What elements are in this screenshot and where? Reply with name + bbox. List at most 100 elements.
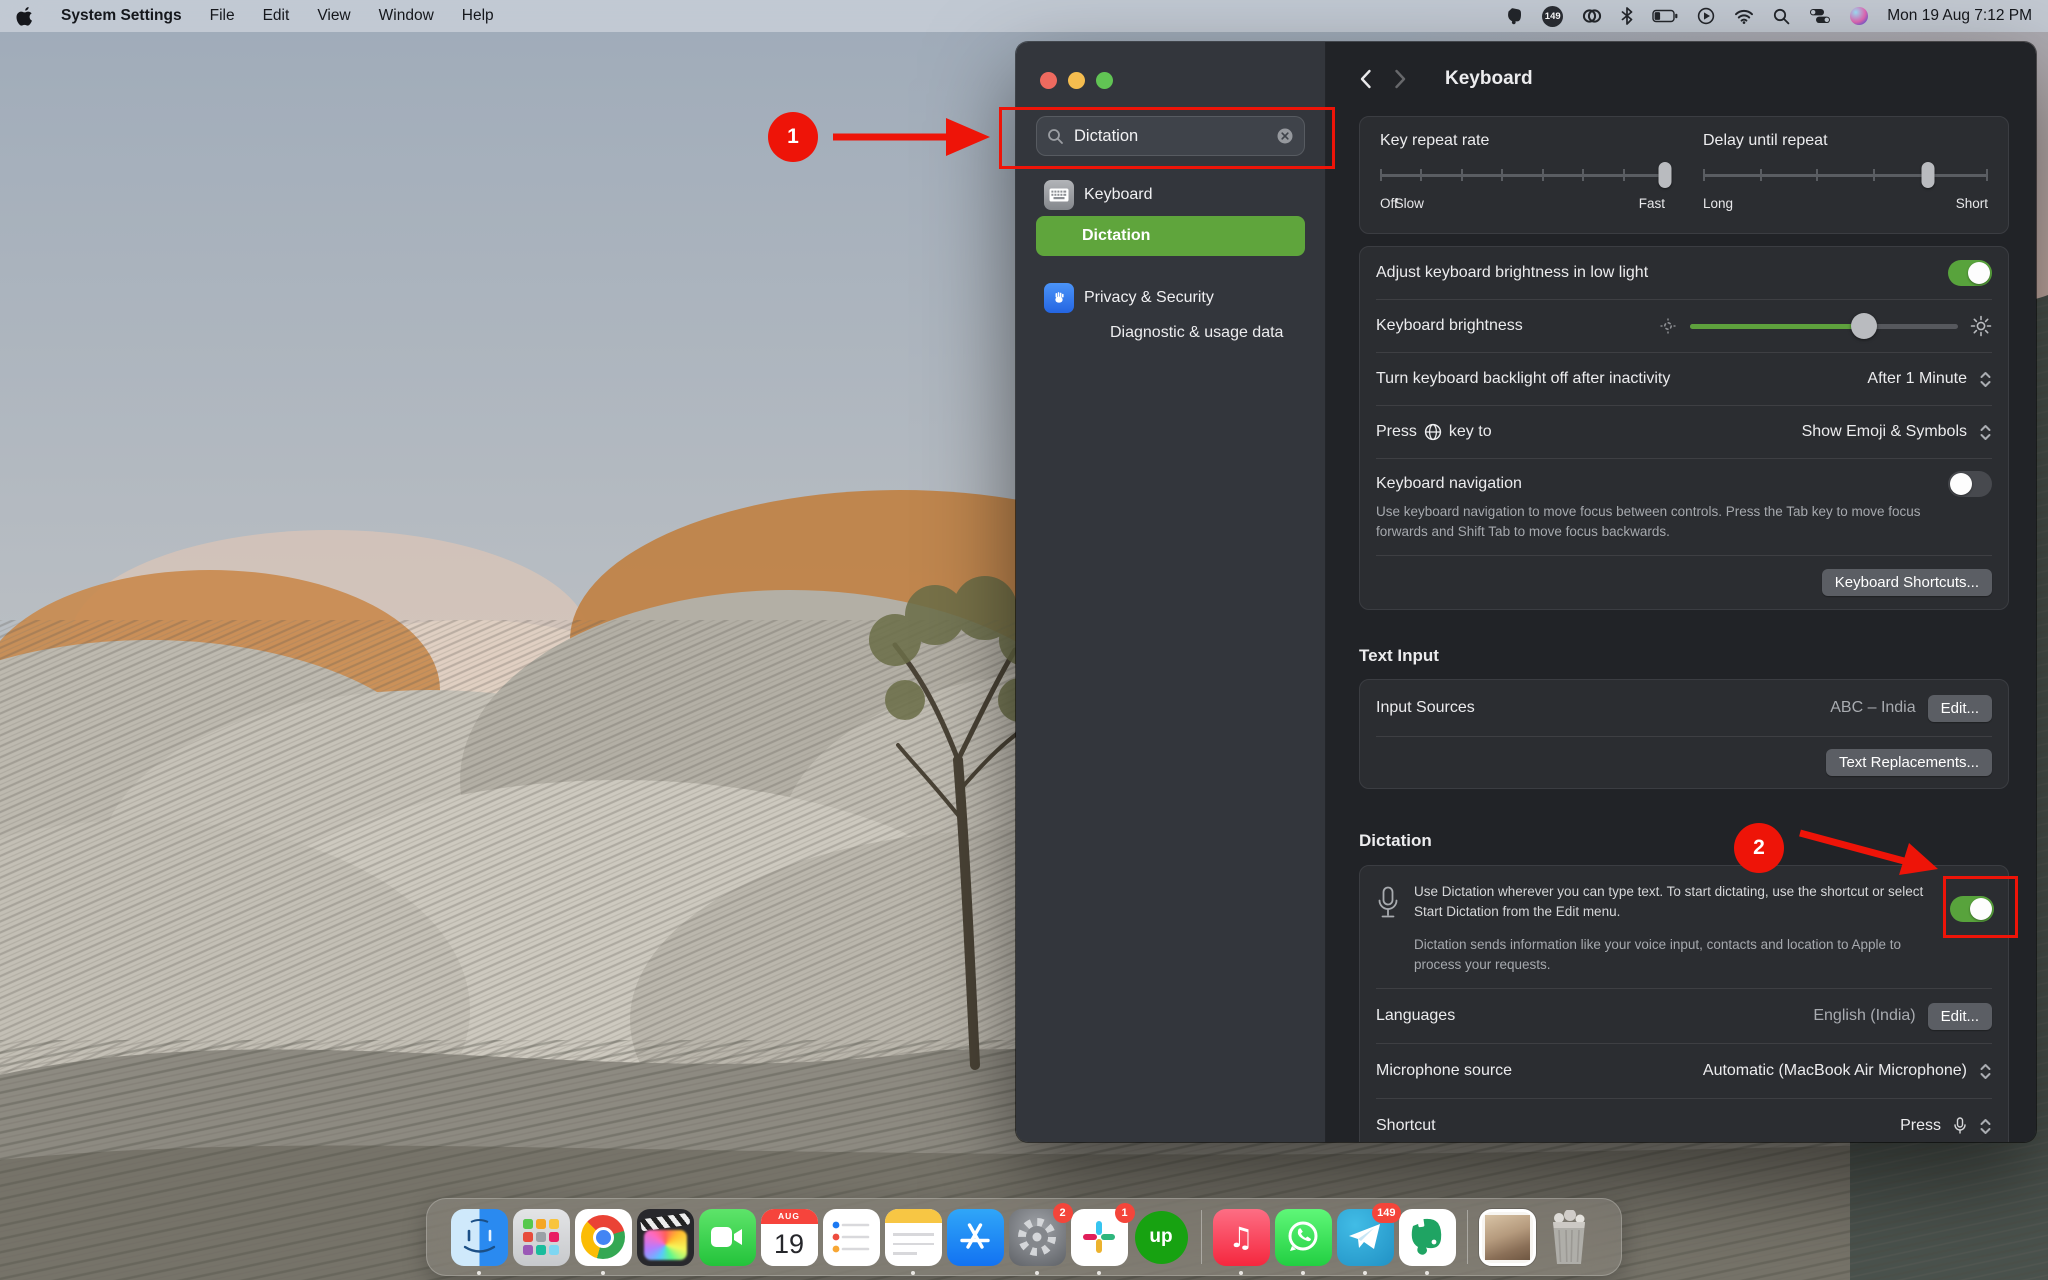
languages-edit-button[interactable]: Edit... <box>1927 1002 1992 1030</box>
brightness-low-icon <box>1658 316 1678 336</box>
zoom-window-button[interactable] <box>1096 72 1113 89</box>
key-repeat-rate-label: Key repeat rate <box>1380 132 1490 149</box>
dock-icon-music[interactable]: ♫ <box>1212 1208 1270 1266</box>
dock-divider <box>1200 1210 1202 1264</box>
press-suffix-label: key to <box>1448 423 1492 440</box>
menu-edit[interactable]: Edit <box>263 7 290 25</box>
siri-icon[interactable] <box>1850 7 1869 25</box>
telegram-badge: 149 <box>1372 1202 1401 1223</box>
delay-long-label: Long <box>1703 196 1734 211</box>
globe-key-value: Show Emoji & Symbols <box>1801 423 1967 440</box>
key-repeat-slow-label: Slow <box>1394 196 1424 211</box>
dock-icon-app-store[interactable] <box>946 1208 1004 1266</box>
press-prefix-label: Press <box>1376 423 1417 440</box>
keyboard-brightness-handle[interactable] <box>1851 313 1878 339</box>
microphone-source-dropdown[interactable]: Automatic (MacBook Air Microphone) <box>1703 1062 1992 1080</box>
delay-short-label: Short <box>1955 196 1988 211</box>
settings-sidebar: Keyboard Dictation Privacy & Security Di… <box>1016 42 1326 1142</box>
evernote-status-icon[interactable] <box>1505 5 1523 27</box>
apple-menu-icon[interactable] <box>16 5 33 27</box>
dock-icon-chrome[interactable] <box>574 1208 632 1266</box>
dictation-section-header: Dictation <box>1359 831 1432 851</box>
dock-icon-evernote[interactable] <box>1398 1208 1456 1266</box>
sidebar-child-label: Diagnostic & usage data <box>1110 324 1284 341</box>
dock-icon-facetime[interactable] <box>698 1208 756 1266</box>
microphone-source-label: Microphone source <box>1376 1062 1513 1080</box>
backlight-dropdown[interactable]: After 1 Minute <box>1867 370 1992 388</box>
key-repeat-slider-handle[interactable] <box>1658 162 1672 188</box>
wifi-status-icon[interactable] <box>1734 5 1754 27</box>
keyboard-navigation-toggle[interactable] <box>1948 471 1992 497</box>
battery-status-icon[interactable] <box>1652 5 1678 27</box>
telegram-status-badge[interactable]: 149 <box>1542 5 1564 27</box>
privacy-security-icon <box>1044 283 1074 313</box>
calendar-day-label: 19 <box>760 1223 818 1266</box>
brightness-high-icon <box>1970 315 1992 337</box>
screen-mirroring-status-icon[interactable] <box>1697 5 1715 27</box>
stepper-icon <box>1979 1063 1992 1080</box>
shortcut-dropdown[interactable]: Press <box>1900 1117 1992 1136</box>
key-repeat-fast-label: Fast <box>1638 196 1665 211</box>
shortcut-value: Press <box>1900 1117 1941 1135</box>
menu-file[interactable]: File <box>210 7 235 25</box>
dictation-card: Use Dictation wherever you can type text… <box>1359 865 2009 1142</box>
menubar-clock[interactable]: Mon 19 Aug 7:12 PM <box>1887 7 2032 25</box>
keyboard-shortcuts-button[interactable]: Keyboard Shortcuts... <box>1821 569 1992 597</box>
menu-help[interactable]: Help <box>462 7 494 25</box>
microphone-icon <box>1376 886 1400 920</box>
menu-view[interactable]: View <box>317 7 350 25</box>
globe-icon <box>1424 423 1442 441</box>
back-chevron-icon[interactable] <box>1359 69 1372 89</box>
key-repeat-slider[interactable] <box>1380 162 1672 188</box>
sidebar-item-diagnostic-usage[interactable]: Diagnostic & usage data <box>1016 316 1325 350</box>
adjust-brightness-toggle[interactable] <box>1948 260 1992 286</box>
sidebar-item-label: Privacy & Security <box>1084 289 1214 306</box>
input-sources-value: ABC – India <box>1830 699 1916 717</box>
annotation-box-dictation-toggle <box>1943 876 2018 938</box>
keyboard-brightness-slider[interactable] <box>1690 312 1958 340</box>
dock-icon-upwork[interactable]: up <box>1133 1209 1190 1266</box>
menu-window[interactable]: Window <box>379 7 434 25</box>
annotation-step-1-label: 1 <box>787 125 799 148</box>
dock-icon-trash[interactable] <box>1541 1209 1598 1266</box>
key-repeat-card: Key repeat rate Off Slow Fast Delay unti… <box>1359 116 2009 234</box>
sidebar-item-keyboard[interactable]: Keyboard <box>1016 177 1325 213</box>
forward-chevron-icon[interactable] <box>1394 69 1407 89</box>
bluetooth-status-icon[interactable] <box>1621 5 1633 27</box>
spotlight-icon[interactable] <box>1773 5 1790 27</box>
globe-key-dropdown[interactable]: Show Emoji & Symbols <box>1802 423 1992 441</box>
stepper-icon <box>1979 1118 1992 1135</box>
keyboard-navigation-label: Keyboard navigation <box>1376 475 1522 492</box>
dock-icon-calendar[interactable]: AUG 19 <box>760 1208 818 1266</box>
shortcut-label: Shortcut <box>1376 1117 1436 1135</box>
dock-icon-notes[interactable] <box>884 1208 942 1266</box>
keyboard-options-card: Adjust keyboard brightness in low light … <box>1359 246 2009 611</box>
dock-icon-whatsapp[interactable] <box>1274 1208 1332 1266</box>
dictation-description-2: Dictation sends information like your vo… <box>1414 937 1902 972</box>
input-sources-edit-button[interactable]: Edit... <box>1927 694 1992 722</box>
annotation-step-2-label: 2 <box>1753 836 1765 859</box>
settings-badge: 2 <box>1052 1202 1073 1223</box>
menubar-app-name[interactable]: System Settings <box>61 7 182 25</box>
delay-slider-handle[interactable] <box>1921 162 1935 188</box>
page-title: Keyboard <box>1445 68 1533 89</box>
languages-value: English (India) <box>1813 1007 1916 1025</box>
backlight-value: After 1 Minute <box>1867 370 1967 387</box>
minimize-window-button[interactable] <box>1068 72 1085 89</box>
dock-icon-reminders[interactable] <box>822 1208 880 1266</box>
delay-slider[interactable] <box>1703 162 1988 188</box>
sidebar-item-dictation-selected[interactable]: Dictation <box>1036 216 1305 256</box>
delay-until-repeat-label: Delay until repeat <box>1703 132 1828 149</box>
dock-icon-final-cut-pro[interactable] <box>636 1208 694 1266</box>
window-controls <box>1016 42 1325 89</box>
adobe-cc-status-icon[interactable] <box>1582 5 1602 27</box>
input-sources-label: Input Sources <box>1376 699 1475 717</box>
panel-header: Keyboard <box>1326 42 2036 106</box>
control-center-icon[interactable] <box>1809 5 1831 27</box>
dock-icon-launchpad[interactable] <box>512 1208 570 1266</box>
sidebar-item-privacy-security[interactable]: Privacy & Security <box>1016 280 1325 316</box>
text-replacements-button[interactable]: Text Replacements... <box>1825 749 1992 777</box>
dock-item-image-file[interactable] <box>1478 1208 1536 1266</box>
close-window-button[interactable] <box>1040 72 1057 89</box>
dock-icon-finder[interactable] <box>450 1208 508 1266</box>
